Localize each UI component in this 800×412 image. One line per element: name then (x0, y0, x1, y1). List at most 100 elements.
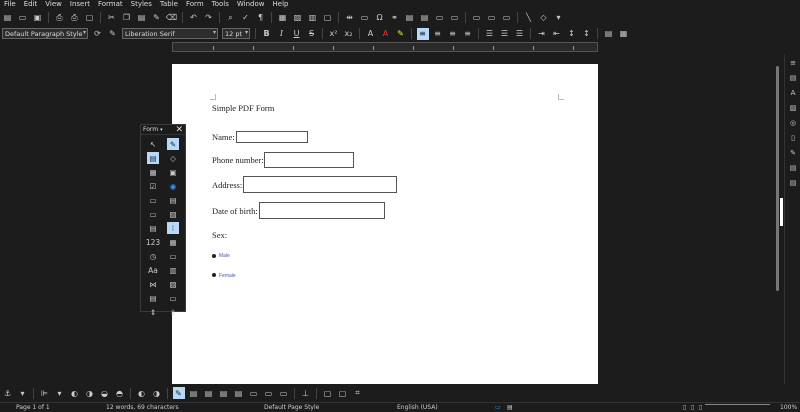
justify-icon[interactable]: ≡ (462, 28, 474, 40)
time-field-icon[interactable]: ◷ (147, 250, 159, 262)
menu-file[interactable]: File (0, 0, 20, 9)
control-wizard-icon[interactable]: ▤ (147, 152, 159, 164)
open-icon[interactable]: ▭ (17, 12, 29, 24)
sidebar-splitter[interactable] (780, 198, 783, 226)
clone-formatting-icon[interactable]: ✎ (151, 12, 163, 24)
combo-box-icon[interactable]: ▤ (147, 222, 159, 234)
radio-female-bullet[interactable] (212, 273, 216, 277)
image-button-icon[interactable]: ▨ (167, 208, 179, 220)
strikethrough-icon[interactable]: S (306, 28, 318, 40)
menu-help[interactable]: Help (269, 0, 293, 9)
bring-to-front-icon[interactable]: ◐ (69, 387, 81, 399)
new-document-icon[interactable]: ▤ (2, 12, 14, 24)
footnote-icon[interactable]: ▤ (404, 12, 416, 24)
push-button-icon[interactable]: ▭ (147, 208, 159, 220)
add-field-icon[interactable]: ▭ (248, 387, 260, 399)
numbered-list-icon[interactable]: ☰ (499, 28, 511, 40)
toolbar-options-icon[interactable]: ▾ (160, 127, 163, 133)
hyperlink-icon[interactable]: ⚭ (389, 12, 401, 24)
open-design-mode-icon[interactable]: ▭ (263, 387, 275, 399)
clear-direct-formatting-icon[interactable]: A (365, 28, 377, 40)
send-backward-icon[interactable]: ◒ (99, 387, 111, 399)
zoom-level[interactable]: 100% (780, 404, 797, 411)
radio-female-label[interactable]: Female (219, 273, 236, 279)
align-left-icon[interactable]: ≡ (416, 27, 429, 40)
to-background-icon[interactable]: ◑ (151, 387, 163, 399)
page-icon[interactable]: ▯ (787, 132, 799, 144)
bring-forward-icon[interactable]: ◑ (84, 387, 96, 399)
find-replace-icon[interactable]: ⌕ (225, 12, 237, 24)
to-foreground-icon[interactable]: ◐ (136, 387, 148, 399)
chevron-down-icon[interactable]: ▾ (54, 387, 66, 399)
form-design-icon[interactable]: ◇ (167, 152, 179, 164)
selection-mode-icon[interactable]: ▭ (495, 404, 501, 411)
horizontal-ruler[interactable] (172, 42, 598, 52)
date-field-icon[interactable]: ▦ (167, 236, 179, 248)
page-style[interactable]: Default Page Style (264, 404, 319, 411)
form-toolbar-header[interactable]: Form ▾ ✕ (141, 125, 185, 135)
header-footer-icon[interactable]: ▭ (501, 12, 513, 24)
word-count[interactable]: 12 words, 69 characters (106, 404, 179, 411)
decrease-indent-icon[interactable]: ⇤ (551, 28, 563, 40)
design-mode-icon[interactable]: ✎ (167, 138, 179, 150)
insert-textbox-icon[interactable]: ▢ (322, 12, 334, 24)
automatic-focus-icon[interactable]: ▭ (278, 387, 290, 399)
table-properties-icon[interactable]: ▦ (618, 28, 630, 40)
paste-icon[interactable]: ▤ (136, 12, 148, 24)
scrollbar-icon[interactable]: ⇳ (167, 306, 179, 318)
comment-icon[interactable]: ▭ (471, 12, 483, 24)
insert-line-icon[interactable]: ╲ (523, 12, 535, 24)
menu-insert[interactable]: Insert (66, 0, 94, 9)
single-page-view-icon[interactable]: ▯ (683, 404, 686, 411)
name-field[interactable] (236, 131, 308, 143)
page-break-icon[interactable]: ⇹ (344, 12, 356, 24)
label-icon[interactable]: Aa (147, 264, 159, 276)
copy-icon[interactable]: ❐ (121, 12, 133, 24)
bookmark-icon[interactable]: ▭ (434, 12, 446, 24)
spin-button-icon[interactable]: ⇕ (147, 306, 159, 318)
insert-chart-icon[interactable]: ▥ (307, 12, 319, 24)
outline-format-icon[interactable]: ☰ (514, 28, 526, 40)
draw-functions-icon[interactable]: ▾ (553, 12, 565, 24)
print-icon[interactable]: ⎙ (69, 12, 81, 24)
phone-field[interactable] (264, 152, 354, 168)
navigator-icon[interactable]: ◎ (787, 117, 799, 129)
menu-edit[interactable]: Edit (20, 0, 42, 9)
file-selection-icon[interactable]: ▤ (147, 292, 159, 304)
insert-field-icon[interactable]: ▭ (359, 12, 371, 24)
paragraph-spacing-icon[interactable]: ↕ (566, 28, 578, 40)
increase-indent-icon[interactable]: ⇥ (536, 28, 548, 40)
document-modified-icon[interactable]: ▤ (507, 404, 513, 411)
highlight-color-icon[interactable]: ✎ (395, 28, 407, 40)
tab-order-icon[interactable]: ▦ (147, 166, 159, 178)
enter-group-icon[interactable]: ▢ (337, 387, 349, 399)
pattern-field-icon[interactable]: ▭ (167, 250, 179, 262)
page-count[interactable]: Page 1 of 1 (16, 404, 50, 411)
cut-icon[interactable]: ✂ (106, 12, 118, 24)
exit-group-icon[interactable]: ⌗ (352, 387, 364, 399)
spelling-icon[interactable]: ✓ (240, 12, 252, 24)
design-mode-toggle-icon[interactable]: ✎ (172, 387, 185, 399)
special-character-icon[interactable]: Ω (374, 12, 386, 24)
align-right-icon[interactable]: ≡ (447, 28, 459, 40)
bold-icon[interactable]: B (261, 28, 273, 40)
manage-changes-icon[interactable]: ▤ (787, 162, 799, 174)
font-size-select[interactable]: 12 pt ▾ (222, 28, 250, 39)
paragraph-dialog-icon[interactable]: ▤ (603, 28, 615, 40)
text-box-icon[interactable]: ▭ (147, 194, 159, 206)
line-spacing-icon[interactable]: ↕ (581, 28, 593, 40)
close-icon[interactable]: ✕ (175, 125, 183, 135)
styles-icon[interactable]: A (787, 87, 799, 99)
formatting-marks-icon[interactable]: ¶ (255, 12, 267, 24)
align-objects-icon[interactable]: ⊫ (39, 387, 51, 399)
export-pdf-icon[interactable]: ⎙ (54, 12, 66, 24)
select-icon[interactable]: ↖ (147, 138, 159, 150)
gallery-icon[interactable]: ▨ (787, 102, 799, 114)
font-color-icon[interactable]: A (380, 28, 392, 40)
cross-reference-icon[interactable]: ▭ (449, 12, 461, 24)
zoom-slider[interactable] (705, 404, 770, 405)
control-properties-icon[interactable]: ▤ (188, 387, 200, 399)
print-preview-icon[interactable]: ▢ (84, 12, 96, 24)
save-icon[interactable]: ▣ (32, 12, 44, 24)
form-navigator-icon[interactable]: ▤ (218, 387, 230, 399)
